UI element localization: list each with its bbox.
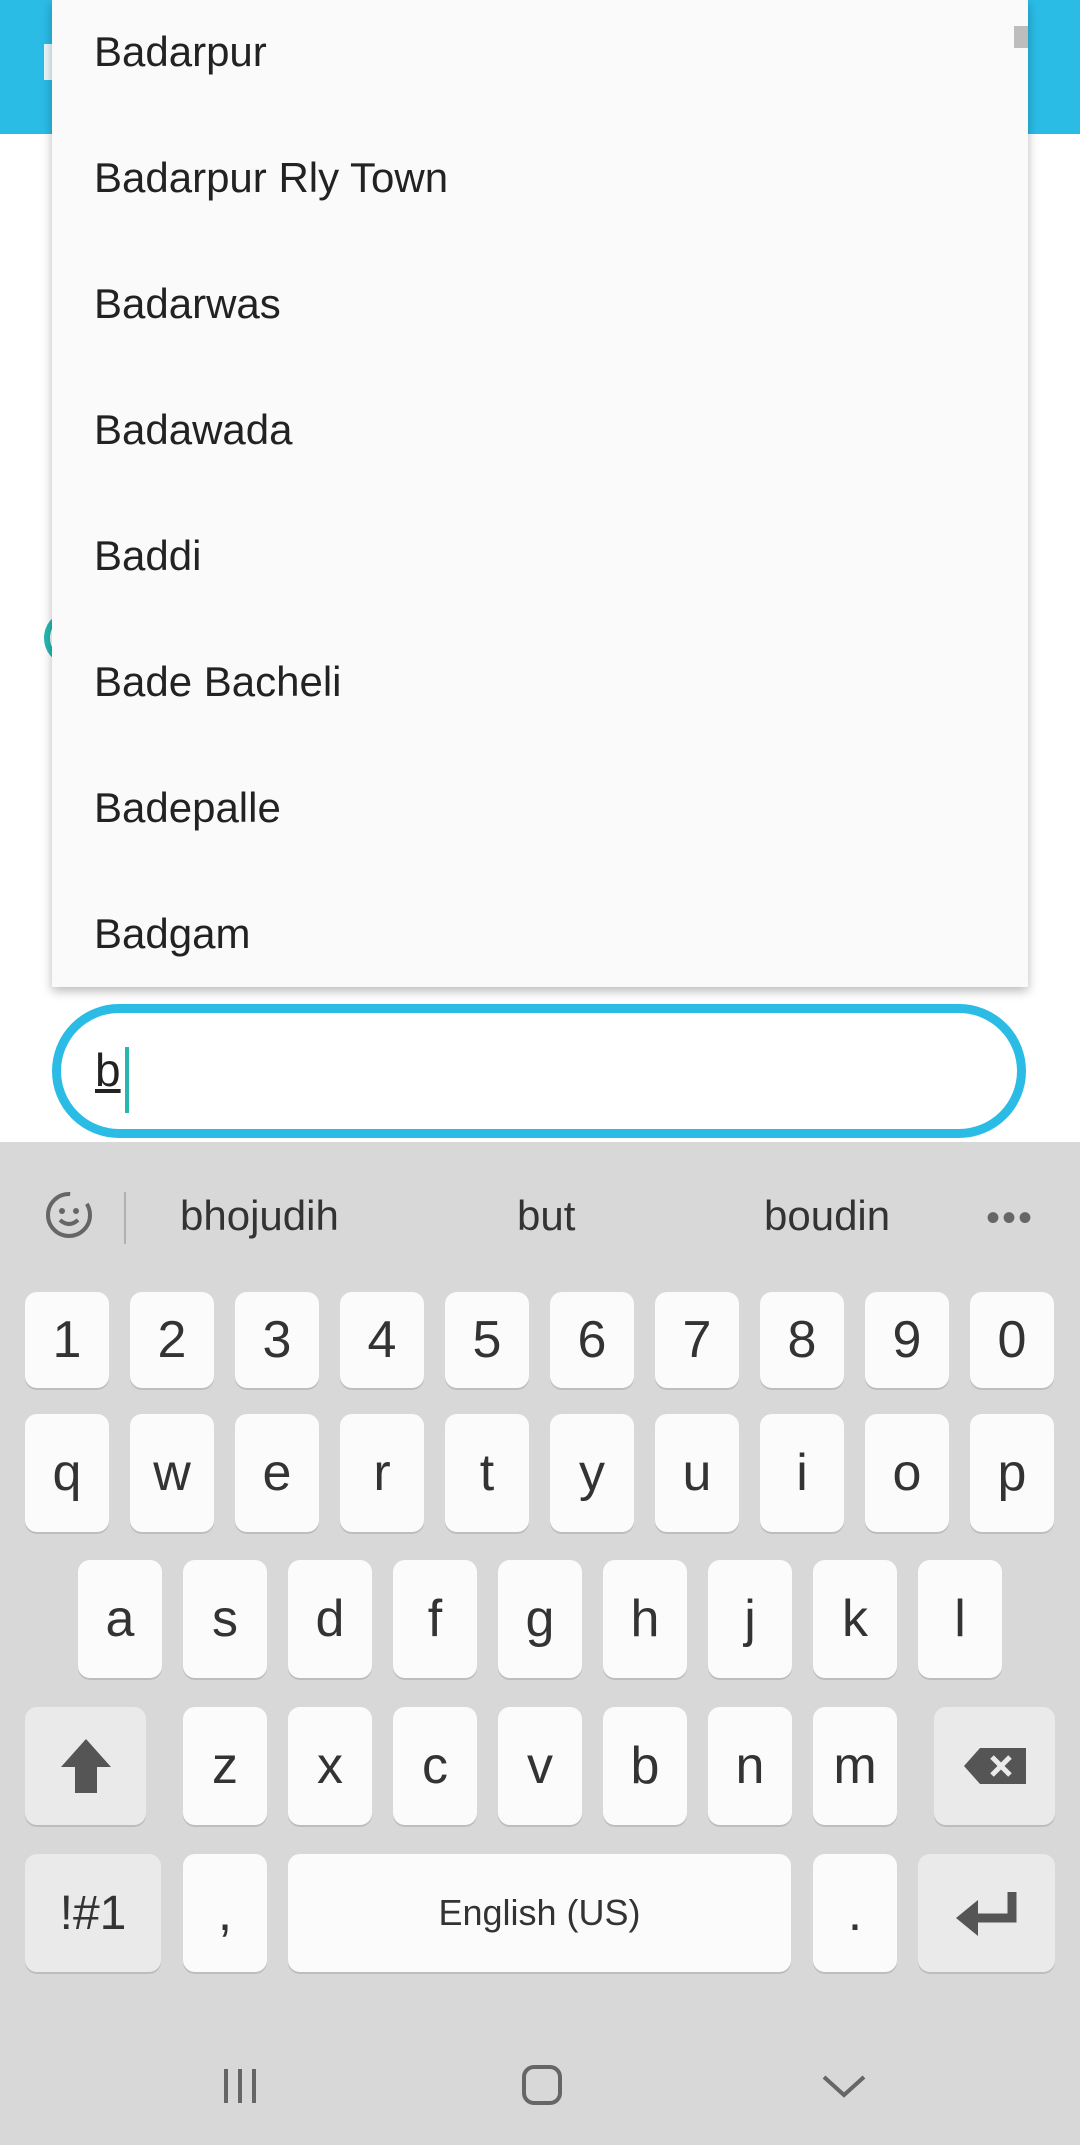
key-7[interactable]: 7	[655, 1292, 739, 1388]
key-q[interactable]: q	[25, 1414, 109, 1532]
dropdown-item[interactable]: Badepalle	[52, 745, 1028, 871]
key-1[interactable]: 1	[25, 1292, 109, 1388]
symbols-key[interactable]: !#1	[25, 1854, 161, 1972]
key-d[interactable]: d	[288, 1560, 372, 1678]
dropdown-item[interactable]: Badarwas	[52, 241, 1028, 367]
shift-key[interactable]	[25, 1707, 146, 1825]
space-key[interactable]: English (US)	[288, 1854, 791, 1972]
key-p[interactable]: p	[970, 1414, 1054, 1532]
key-0[interactable]: 0	[970, 1292, 1054, 1388]
dropdown-item[interactable]: Badawada	[52, 367, 1028, 493]
key-r[interactable]: r	[340, 1414, 424, 1532]
key-o[interactable]: o	[865, 1414, 949, 1532]
suggestion-2[interactable]: but	[517, 1192, 575, 1240]
dropdown-item[interactable]: Bade Bacheli	[52, 619, 1028, 745]
key-5[interactable]: 5	[445, 1292, 529, 1388]
key-x[interactable]: x	[288, 1707, 372, 1825]
chevron-down-icon[interactable]	[814, 2055, 874, 2115]
key-f[interactable]: f	[393, 1560, 477, 1678]
key-c[interactable]: c	[393, 1707, 477, 1825]
home-icon[interactable]	[512, 2055, 572, 2115]
autocomplete-dropdown: Badarpur Badarpur Rly Town Badarwas Bada…	[52, 0, 1028, 987]
key-y[interactable]: y	[550, 1414, 634, 1532]
key-2[interactable]: 2	[130, 1292, 214, 1388]
backspace-key[interactable]	[934, 1707, 1055, 1825]
key-4[interactable]: 4	[340, 1292, 424, 1388]
dropdown-item[interactable]: Badgam	[52, 871, 1028, 987]
recent-apps-icon[interactable]	[210, 2055, 270, 2115]
key-u[interactable]: u	[655, 1414, 739, 1532]
backspace-icon	[963, 1748, 1026, 1784]
key-h[interactable]: h	[603, 1560, 687, 1678]
system-nav-bar	[0, 2025, 1080, 2145]
key-i[interactable]: i	[760, 1414, 844, 1532]
key-9[interactable]: 9	[865, 1292, 949, 1388]
key-w[interactable]: w	[130, 1414, 214, 1532]
enter-icon	[955, 1892, 1016, 1936]
suggestion-1[interactable]: bhojudih	[180, 1192, 339, 1240]
search-input-value: b	[95, 1044, 121, 1096]
keyboard: bhojudih but boudin ••• 1 2 3 4 5 6 7 8 …	[0, 1142, 1080, 2025]
key-l[interactable]: l	[918, 1560, 1002, 1678]
text-caret	[125, 1047, 129, 1113]
key-6[interactable]: 6	[550, 1292, 634, 1388]
key-3[interactable]: 3	[235, 1292, 319, 1388]
key-t[interactable]: t	[445, 1414, 529, 1532]
more-icon[interactable]: •••	[986, 1196, 1034, 1241]
key-s[interactable]: s	[183, 1560, 267, 1678]
key-z[interactable]: z	[183, 1707, 267, 1825]
key-j[interactable]: j	[708, 1560, 792, 1678]
key-m[interactable]: m	[813, 1707, 897, 1825]
suggestion-bar: bhojudih but boudin •••	[0, 1142, 1080, 1282]
shift-icon	[60, 1739, 111, 1793]
key-g[interactable]: g	[498, 1560, 582, 1678]
key-n[interactable]: n	[708, 1707, 792, 1825]
key-b[interactable]: b	[603, 1707, 687, 1825]
divider	[124, 1192, 126, 1244]
suggestion-3[interactable]: boudin	[764, 1192, 890, 1240]
key-v[interactable]: v	[498, 1707, 582, 1825]
key-8[interactable]: 8	[760, 1292, 844, 1388]
enter-key[interactable]	[918, 1854, 1055, 1972]
key-k[interactable]: k	[813, 1560, 897, 1678]
comma-key[interactable]: ,	[183, 1854, 267, 1972]
dropdown-item[interactable]: Badarpur	[52, 0, 1028, 115]
period-key[interactable]: .	[813, 1854, 897, 1972]
dropdown-item[interactable]: Baddi	[52, 493, 1028, 619]
search-input[interactable]: b	[52, 1004, 1026, 1138]
key-e[interactable]: e	[235, 1414, 319, 1532]
key-a[interactable]: a	[78, 1560, 162, 1678]
refresh-emoji-icon[interactable]	[40, 1186, 98, 1244]
dropdown-item[interactable]: Badarpur Rly Town	[52, 115, 1028, 241]
